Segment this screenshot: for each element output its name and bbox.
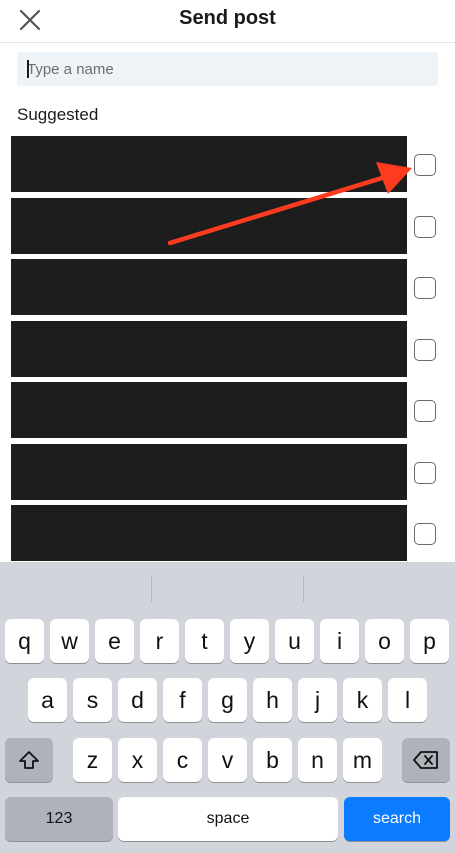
key-x[interactable]: x xyxy=(118,738,157,782)
redacted-contact-info xyxy=(11,259,407,315)
key-m[interactable]: m xyxy=(343,738,382,782)
page-title: Send post xyxy=(179,7,276,29)
search-key[interactable]: search xyxy=(344,797,450,841)
key-l[interactable]: l xyxy=(388,678,427,722)
key-r[interactable]: r xyxy=(140,619,179,663)
suggested-heading: Suggested xyxy=(17,105,99,124)
select-checkbox[interactable] xyxy=(414,277,436,299)
name-search-input[interactable] xyxy=(17,52,438,86)
contact-row[interactable] xyxy=(0,321,455,377)
select-checkbox[interactable] xyxy=(414,216,436,238)
key-h[interactable]: h xyxy=(253,678,292,722)
contact-row[interactable] xyxy=(0,259,455,315)
shift-key[interactable] xyxy=(5,738,53,782)
select-checkbox[interactable] xyxy=(414,339,436,361)
select-checkbox[interactable] xyxy=(414,462,436,484)
key-z[interactable]: z xyxy=(73,738,112,782)
contact-row[interactable] xyxy=(0,198,455,254)
redacted-contact-info xyxy=(11,382,407,438)
key-i[interactable]: i xyxy=(320,619,359,663)
key-b[interactable]: b xyxy=(253,738,292,782)
key-e[interactable]: e xyxy=(95,619,134,663)
search-field[interactable] xyxy=(17,52,438,86)
key-c[interactable]: c xyxy=(163,738,202,782)
key-s[interactable]: s xyxy=(73,678,112,722)
contact-row[interactable] xyxy=(0,505,455,561)
on-screen-keyboard: 123 space search qwertyuiop asdfghjkl zxcv… xyxy=(0,562,455,853)
key-o[interactable]: o xyxy=(365,619,404,663)
redacted-contact-info xyxy=(11,321,407,377)
key-n[interactable]: n xyxy=(298,738,337,782)
text-caret xyxy=(27,60,29,78)
select-checkbox[interactable] xyxy=(414,154,436,176)
key-k[interactable]: k xyxy=(343,678,382,722)
contact-row[interactable] xyxy=(0,136,455,192)
redacted-contact-info xyxy=(11,505,407,561)
suggestion-divider xyxy=(151,576,152,602)
home-indicator-area xyxy=(0,847,455,853)
key-d[interactable]: d xyxy=(118,678,157,722)
numbers-key[interactable]: 123 xyxy=(5,797,113,841)
header: Send post xyxy=(0,0,455,43)
backspace-icon xyxy=(413,751,438,769)
key-p[interactable]: p xyxy=(410,619,449,663)
redacted-contact-info xyxy=(11,136,407,192)
key-t[interactable]: t xyxy=(185,619,224,663)
shift-icon xyxy=(19,751,39,769)
send-post-screen: Send post Suggested 123 space search xyxy=(0,0,455,853)
redacted-contact-info xyxy=(11,198,407,254)
suggestion-divider xyxy=(303,576,304,602)
select-checkbox[interactable] xyxy=(414,400,436,422)
key-v[interactable]: v xyxy=(208,738,247,782)
space-key[interactable]: space xyxy=(118,797,338,841)
key-y[interactable]: y xyxy=(230,619,269,663)
key-j[interactable]: j xyxy=(298,678,337,722)
keyboard-suggestion-bar[interactable] xyxy=(0,562,455,608)
key-u[interactable]: u xyxy=(275,619,314,663)
backspace-key[interactable] xyxy=(402,738,450,782)
key-q[interactable]: q xyxy=(5,619,44,663)
select-checkbox[interactable] xyxy=(414,523,436,545)
key-f[interactable]: f xyxy=(163,678,202,722)
redacted-contact-info xyxy=(11,444,407,500)
contact-row[interactable] xyxy=(0,382,455,438)
key-g[interactable]: g xyxy=(208,678,247,722)
key-a[interactable]: a xyxy=(28,678,67,722)
key-w[interactable]: w xyxy=(50,619,89,663)
contact-row[interactable] xyxy=(0,444,455,500)
